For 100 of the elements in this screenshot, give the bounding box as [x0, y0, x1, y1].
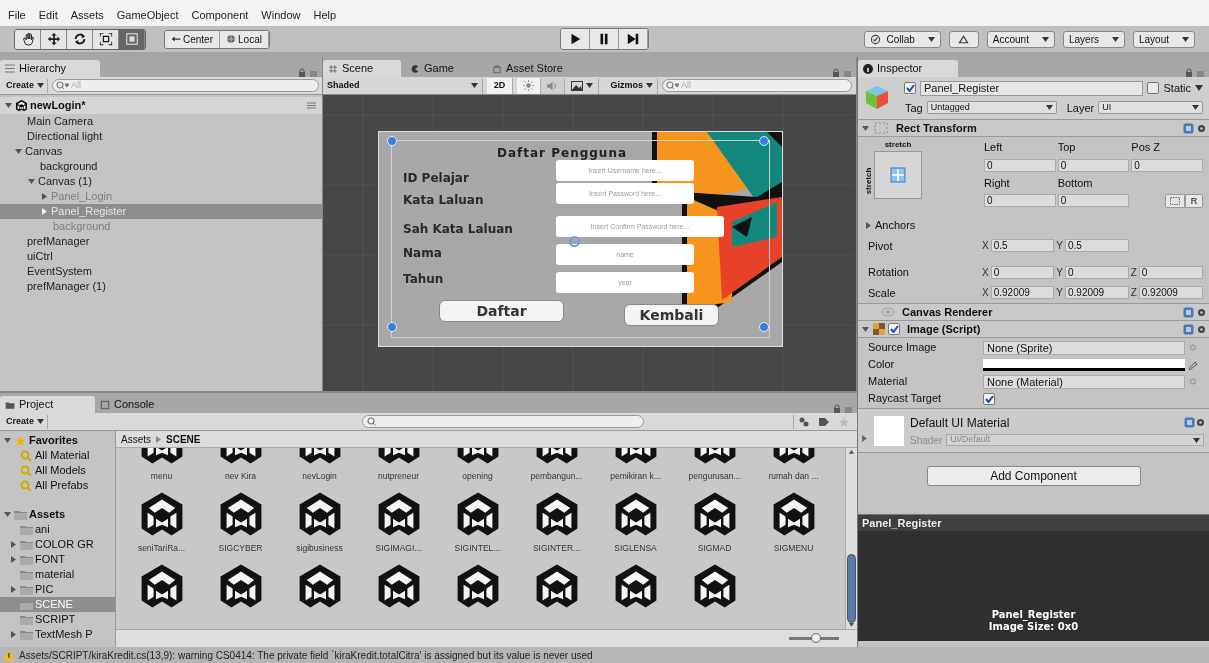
add-component-button[interactable]: Add Component [926, 466, 1141, 486]
collapse-arrow-icon[interactable] [3, 436, 12, 445]
scene-row[interactable]: newLogin* [0, 97, 322, 114]
number-field[interactable]: 0 [1131, 158, 1203, 172]
dropdown-button[interactable]: Account [986, 30, 1055, 48]
asset-name[interactable]: nev Kira [224, 470, 257, 484]
tool-button[interactable] [67, 29, 93, 49]
scroll-up-icon[interactable] [848, 450, 855, 454]
help-icon[interactable] [1184, 417, 1195, 428]
panel-tab[interactable]: Inspector [858, 60, 958, 77]
expand-arrow-icon[interactable] [40, 192, 49, 201]
layer-dropdown[interactable]: UI [1098, 101, 1203, 115]
number-field[interactable]: 0.92009 [990, 286, 1055, 300]
collapse-arrow-icon[interactable] [861, 123, 870, 133]
favorite-item[interactable]: All Models [0, 463, 115, 478]
dropdown-button[interactable]: Collab [864, 30, 941, 48]
asset-name[interactable]: pembangun... [530, 470, 583, 484]
panel-tab[interactable]: Asset Store [487, 60, 587, 77]
raw-edit-button[interactable]: R [1185, 194, 1203, 208]
expand-arrow-icon[interactable] [864, 220, 873, 230]
color-swatch[interactable] [983, 358, 1185, 371]
hierarchy-item[interactable]: prefManager (1) [0, 279, 322, 294]
pause-button[interactable] [590, 29, 619, 49]
checkbox[interactable] [983, 392, 995, 405]
number-field[interactable]: 0 [1138, 265, 1203, 279]
gizmos-dropdown[interactable]: Gizmos [606, 77, 658, 94]
expand-arrow-icon[interactable] [9, 540, 18, 549]
object-field[interactable]: None (Sprite) [983, 340, 1185, 355]
collapse-arrow-icon[interactable] [3, 510, 12, 519]
panel-tab[interactable]: Game [405, 60, 483, 77]
expand-arrow-icon[interactable] [9, 555, 18, 564]
number-field[interactable]: 0.5 [1065, 239, 1129, 253]
play-button[interactable] [561, 29, 590, 49]
number-field[interactable]: 0 [984, 194, 1056, 207]
help-icon[interactable] [1183, 122, 1194, 134]
collapse-arrow-icon[interactable] [861, 324, 870, 334]
expand-arrow-icon[interactable] [9, 585, 18, 594]
folder-item[interactable]: TextMesh P [0, 627, 115, 642]
asset-name[interactable]: sigibusiness [296, 542, 343, 556]
pivot-toggle[interactable]: Local [220, 30, 269, 48]
expand-arrow-icon[interactable] [861, 434, 868, 443]
checkbox[interactable] [904, 82, 916, 95]
checkbox[interactable] [1147, 82, 1160, 95]
hierarchy-item[interactable]: Directional light [0, 129, 322, 144]
audio-toggle[interactable] [541, 77, 565, 94]
blueprint-mode-button[interactable] [1165, 194, 1185, 208]
form-button[interactable]: Daftar [439, 300, 564, 322]
asset-name[interactable]: SIGINTEL... [454, 542, 501, 556]
asset-name[interactable]: SIGMENU [773, 542, 814, 556]
dropdown-button[interactable]: Layers [1062, 30, 1125, 48]
folder-item[interactable]: COLOR GR [0, 537, 115, 552]
name-field[interactable]: Panel_Register [920, 80, 1144, 96]
hierarchy-item[interactable]: EventSystem [0, 264, 322, 279]
checkbox[interactable] [888, 323, 900, 335]
asset-name[interactable]: seniTariRa... [137, 542, 186, 556]
menu-icon[interactable] [307, 102, 316, 109]
asset-name[interactable]: SIGMAD [697, 542, 732, 556]
scrollbar[interactable] [845, 448, 857, 629]
tag-dropdown[interactable]: Untagged [926, 101, 1057, 115]
collapse-arrow-icon[interactable] [14, 147, 23, 156]
asset-name[interactable]: nutpreneur [377, 470, 420, 484]
gear-icon[interactable] [1197, 123, 1206, 133]
step-button[interactable] [619, 29, 648, 49]
tool-button[interactable] [41, 29, 67, 49]
asset-name[interactable]: SIGIMAGI... [375, 542, 422, 556]
favorite-item[interactable]: All Material [0, 448, 115, 463]
hierarchy-item[interactable]: uiCtrl [0, 249, 322, 264]
asset-name[interactable]: SIGINTER... [532, 542, 581, 556]
breadcrumb-item[interactable]: Assets [121, 431, 151, 447]
lighting-toggle[interactable] [517, 77, 541, 94]
gear-icon[interactable] [1195, 418, 1206, 427]
hierarchy-item[interactable]: Main Camera [0, 114, 322, 129]
create-dropdown[interactable]: Create [3, 78, 48, 93]
menu-item[interactable]: Edit [38, 6, 58, 23]
tool-button[interactable] [15, 29, 41, 49]
menu-item[interactable]: Help [313, 6, 337, 23]
lock-icon[interactable] [833, 404, 853, 413]
asset-name[interactable]: SIGLENSA [614, 542, 657, 556]
caret-icon[interactable] [1195, 85, 1203, 92]
asset-name[interactable]: SIGCYBER [218, 542, 263, 556]
number-field[interactable]: 0 [1057, 158, 1130, 172]
panel-tab[interactable]: Console [95, 396, 190, 413]
number-field[interactable]: 0 [1065, 265, 1129, 279]
folder-item[interactable]: FONT [0, 552, 115, 567]
favorite-item[interactable]: All Prefabs [0, 478, 115, 493]
menu-item[interactable]: Component [191, 6, 249, 23]
hierarchy-item[interactable]: Canvas (1) [0, 174, 322, 189]
shading-dropdown[interactable]: Shaded [323, 77, 483, 94]
asset-name[interactable]: pengurusan... [688, 470, 741, 484]
number-field[interactable]: 0 [1057, 194, 1130, 207]
breadcrumb-item[interactable]: SCENE [166, 431, 201, 447]
hierarchy-item[interactable]: prefManager [0, 234, 322, 249]
number-field[interactable]: 0.5 [990, 239, 1055, 253]
folder-item[interactable]: ani [0, 522, 115, 537]
asset-name[interactable]: nevLogin [302, 470, 337, 484]
asset-name[interactable]: rumah dan ... [768, 470, 819, 484]
foldout-label[interactable]: Anchors [875, 217, 916, 234]
slider-thumb[interactable] [811, 633, 821, 643]
hierarchy-item[interactable]: background [0, 159, 322, 174]
pivot-toggle[interactable]: Center [165, 30, 220, 48]
